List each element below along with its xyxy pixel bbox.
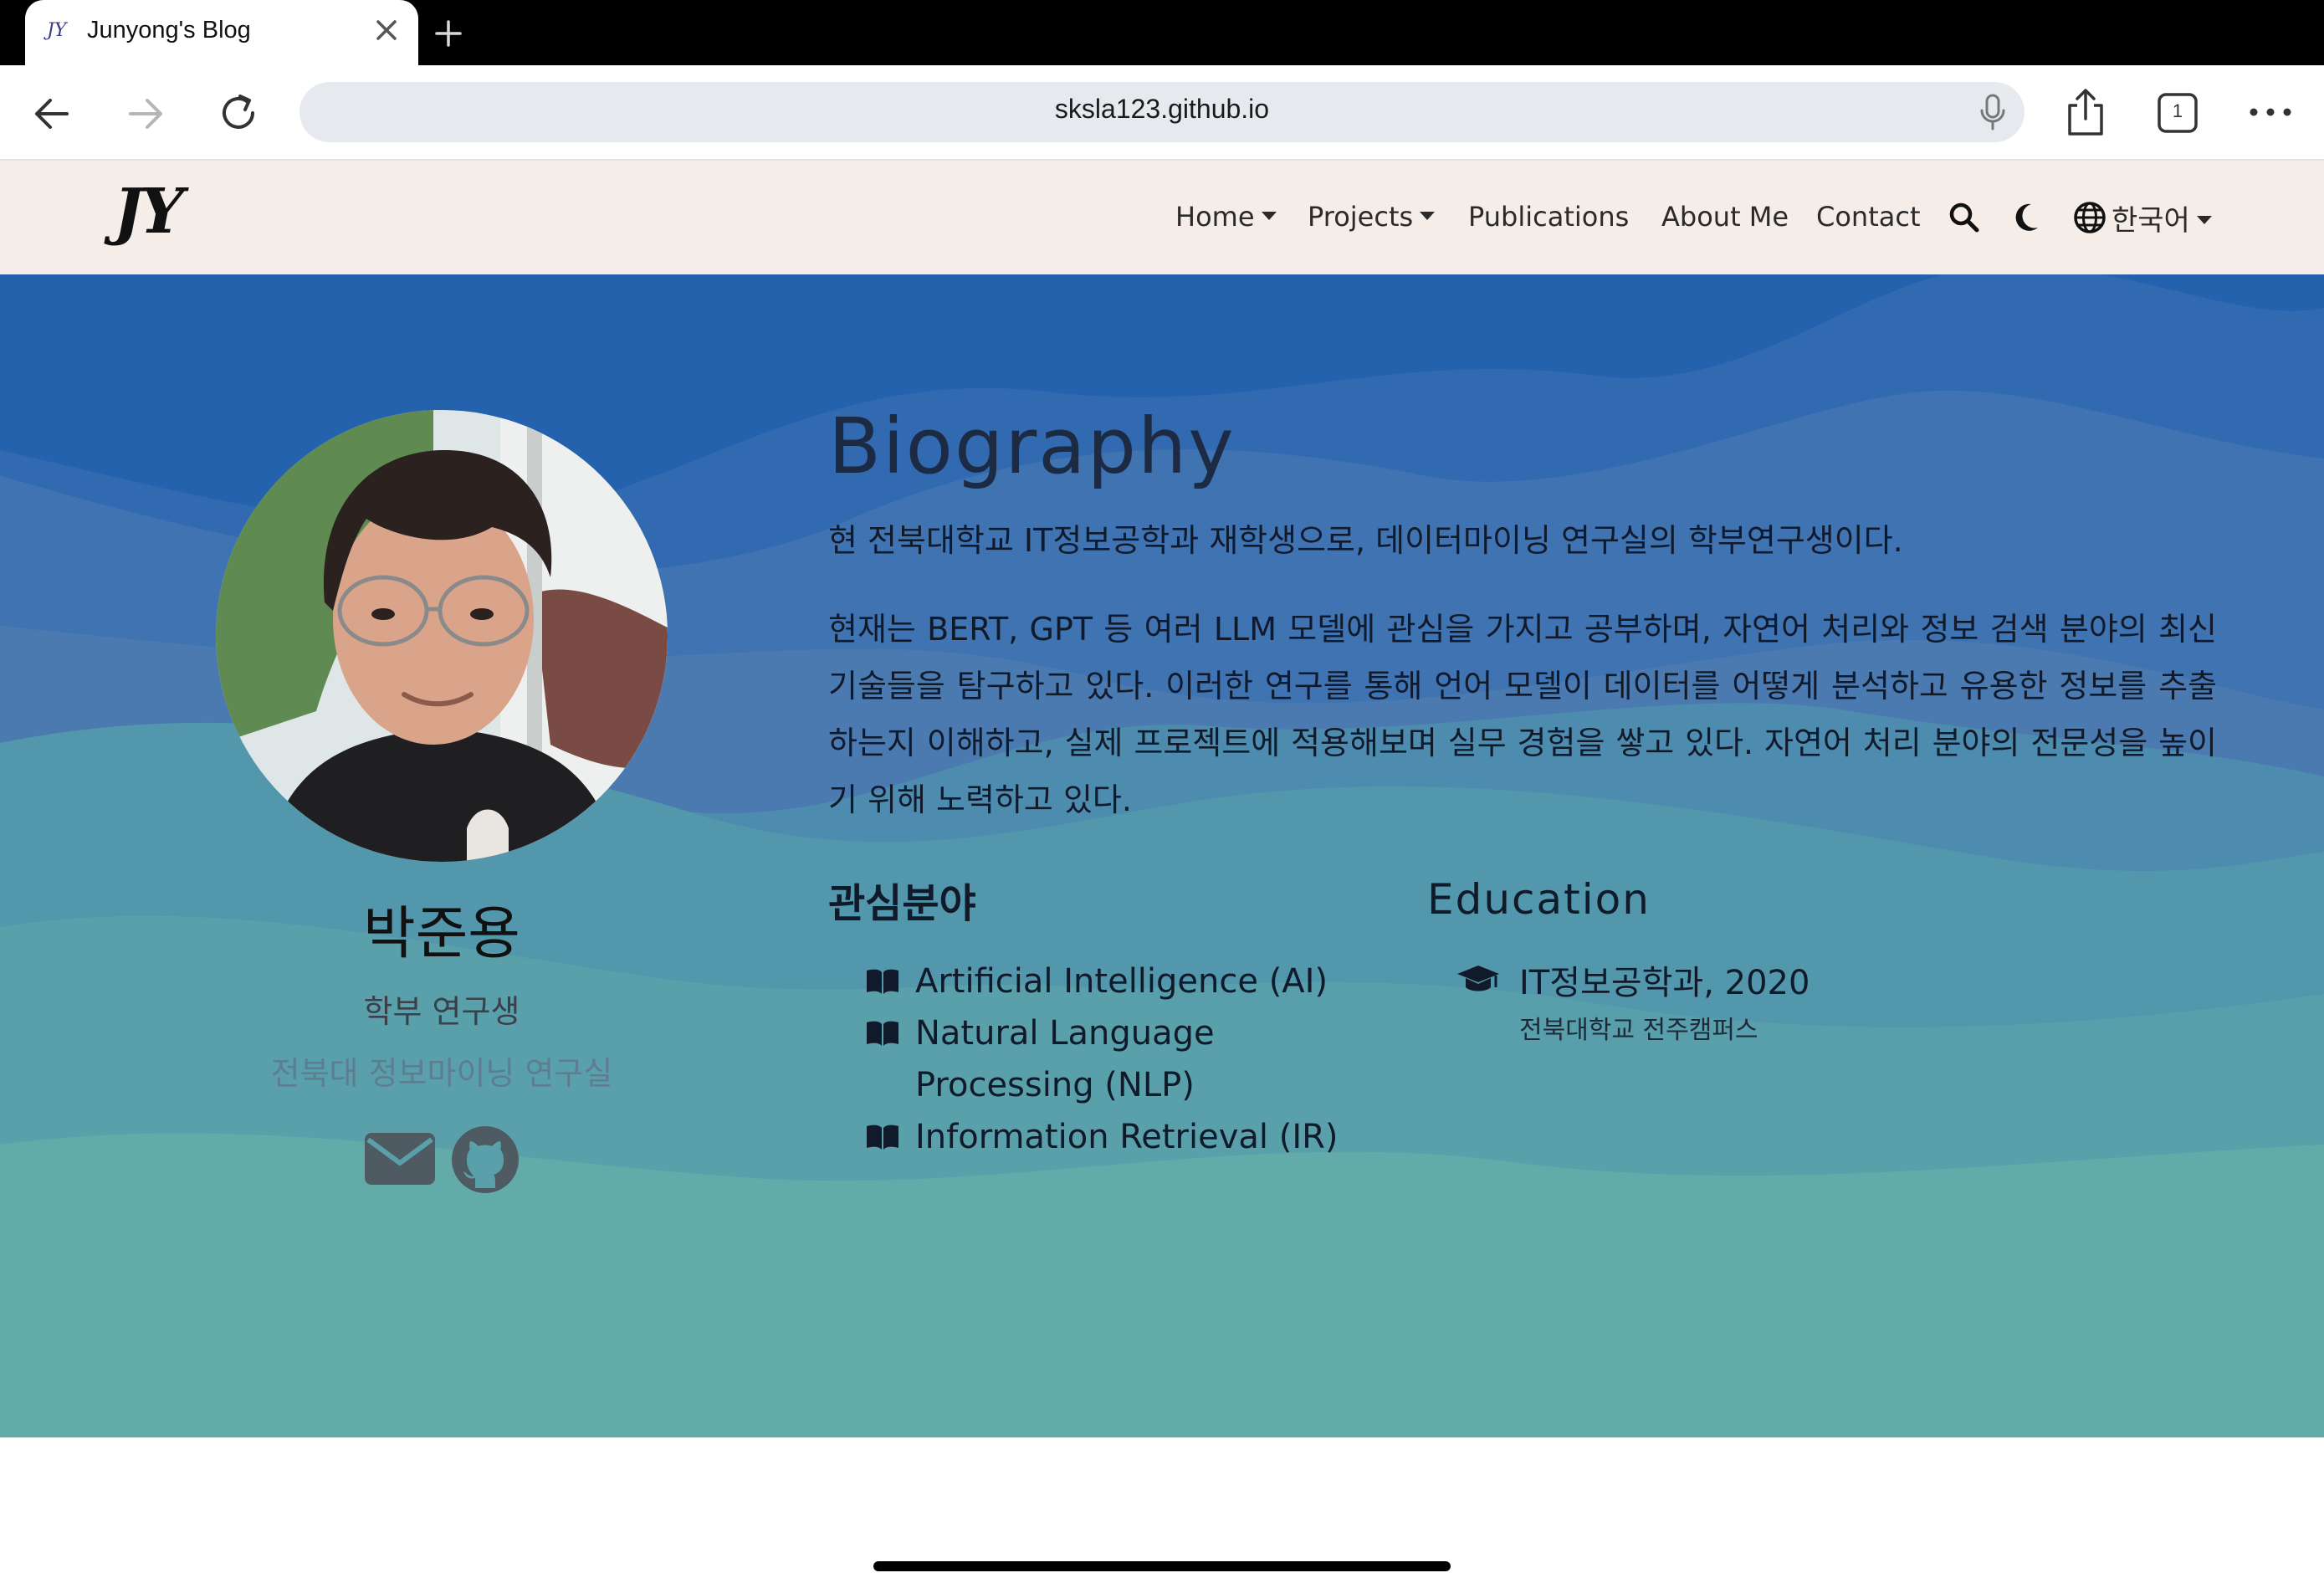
nav-projects-label: Projects	[1308, 201, 1414, 233]
reload-icon[interactable]	[214, 89, 263, 137]
nav-publications[interactable]: Publications	[1468, 201, 1629, 233]
language-label: 한국어	[2112, 204, 2190, 238]
search-icon[interactable]	[1948, 201, 1981, 234]
tab-count: 1	[2172, 100, 2183, 121]
interests-title: 관심분야	[828, 880, 976, 927]
github-icon[interactable]	[450, 1124, 520, 1195]
biography-body: 현재는 BERT, GPT 등 여러 LLM 모델에 관심을 가지고 공부하며,…	[828, 611, 2217, 818]
nav-about-me[interactable]: About Me	[1661, 201, 1789, 233]
biography-title: Biography	[828, 402, 1236, 491]
education-school: 전북대학교 전주캠퍼스	[1519, 1016, 1758, 1045]
microphone-icon[interactable]	[1976, 92, 2009, 132]
book-icon	[867, 969, 898, 994]
profile-avatar	[216, 410, 668, 862]
tab-favicon: JY	[47, 20, 67, 41]
forward-arrow-icon[interactable]	[122, 90, 169, 137]
profile-role: 학부 연구생	[363, 993, 520, 1030]
address-bar-url[interactable]: sksla123.github.io	[299, 94, 2025, 125]
more-options-icon[interactable]	[2247, 102, 2294, 122]
back-arrow-icon[interactable]	[28, 90, 75, 137]
profile-name: 박준용	[363, 901, 520, 967]
nav-home[interactable]: Home	[1175, 201, 1277, 233]
home-indicator[interactable]	[873, 1561, 1451, 1571]
caret-down-icon	[1261, 212, 1277, 220]
graduation-cap-icon	[1457, 966, 1499, 991]
nav-projects[interactable]: Projects	[1308, 201, 1436, 233]
book-icon	[867, 1021, 898, 1046]
close-tab-icon[interactable]	[368, 12, 405, 49]
globe-icon	[2074, 202, 2106, 233]
site-logo[interactable]: JY	[114, 176, 184, 248]
profile-lab[interactable]: 전북대 정보마이닝 연구실	[166, 1048, 718, 1094]
caret-down-icon	[2196, 215, 2212, 224]
share-icon[interactable]	[2063, 85, 2108, 139]
education-degree: IT정보공학과, 2020	[1519, 964, 1810, 1002]
book-icon	[867, 1124, 898, 1150]
biography-intro: 현 전북대학교 IT정보공학과 재학생으로, 데이터마이닝 연구실의 학부연구생…	[828, 522, 1903, 559]
tab-title: Junyong's Blog	[87, 17, 251, 44]
moon-icon[interactable]	[2011, 201, 2041, 234]
nav-contact[interactable]: Contact	[1816, 201, 1921, 233]
interest-item: Natural Language Processing (NLP)	[915, 1014, 1215, 1104]
education-title: Education	[1427, 875, 1651, 924]
interest-item: Artificial Intelligence (AI)	[915, 962, 1328, 1001]
nav-home-label: Home	[1175, 201, 1255, 233]
language-selector[interactable]: 한국어	[2112, 197, 2212, 238]
new-tab-icon[interactable]	[427, 12, 470, 55]
interest-item: Information Retrieval (IR)	[915, 1118, 1339, 1156]
email-icon[interactable]	[363, 1131, 437, 1186]
caret-down-icon	[1420, 212, 1436, 220]
